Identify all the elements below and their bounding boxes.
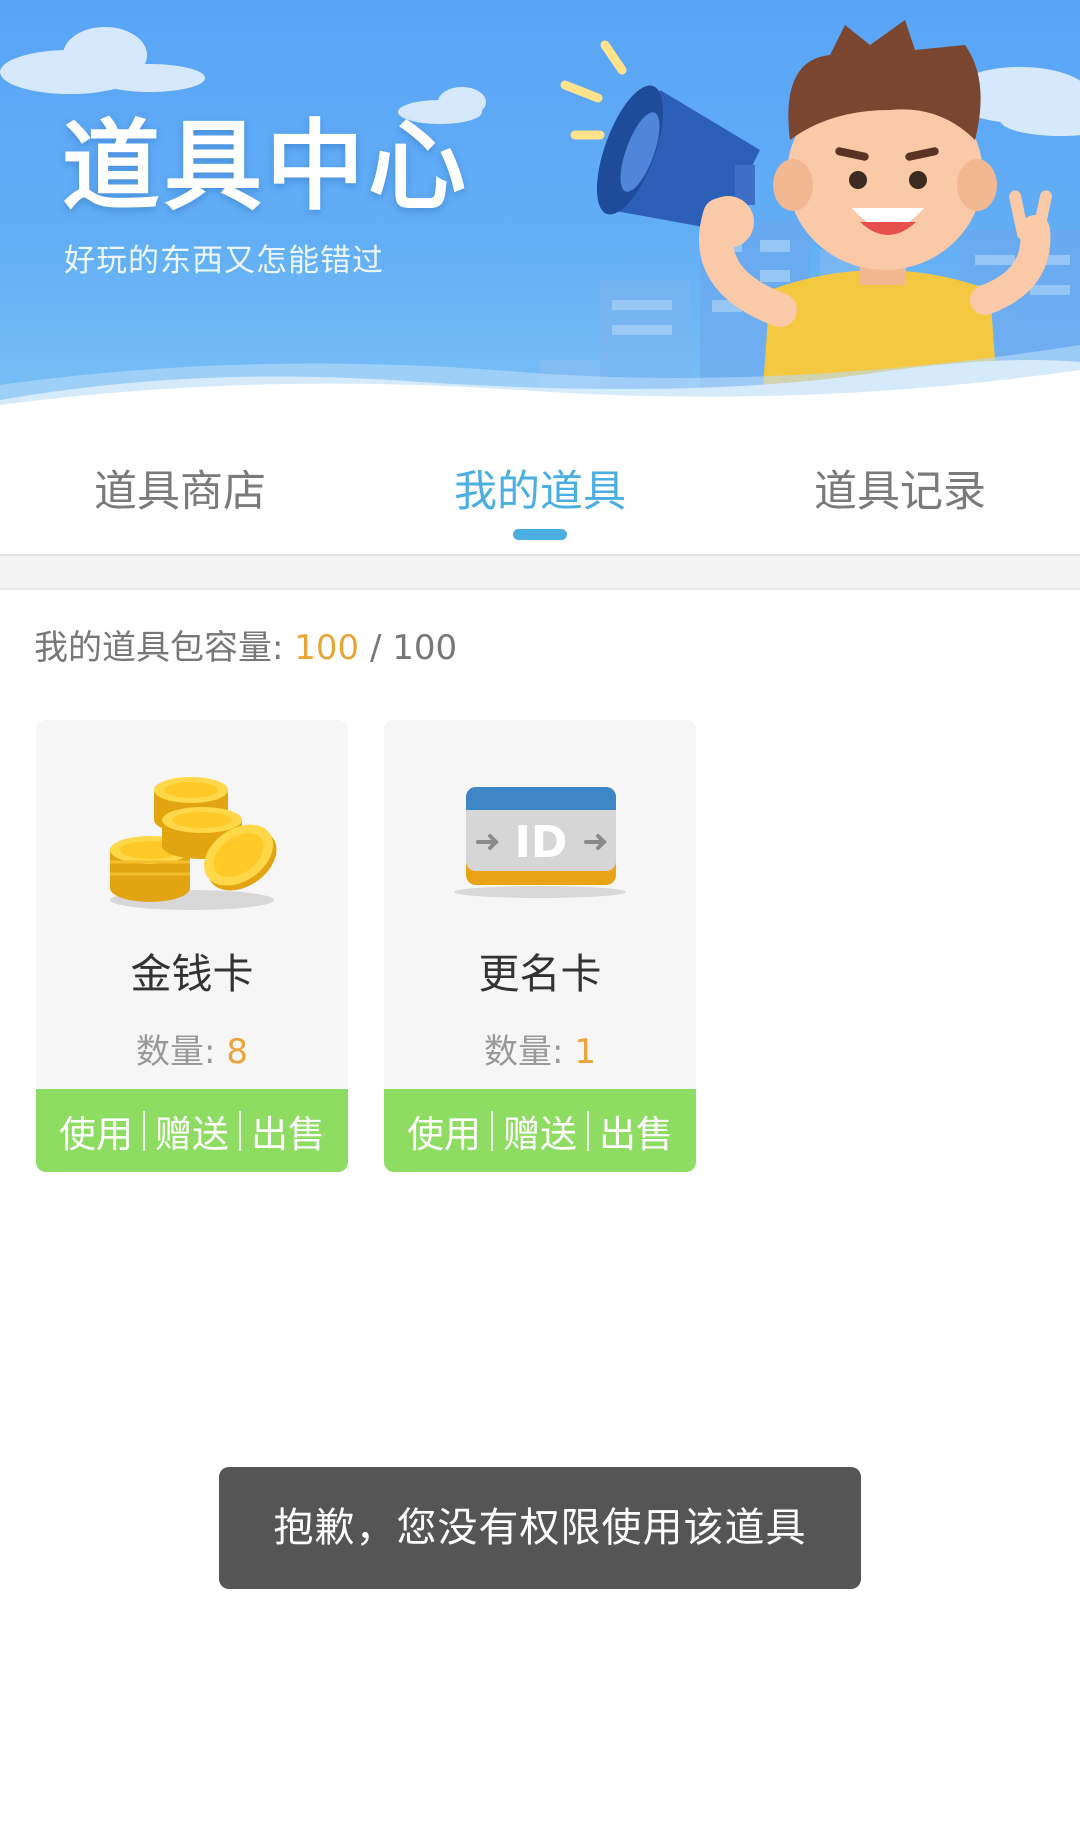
- tab-item-shop[interactable]: 道具商店: [0, 430, 360, 554]
- quantity-label: 数量:: [484, 1032, 575, 1072]
- tab-active-indicator: [513, 529, 567, 540]
- id-card-icon: ID: [454, 787, 626, 898]
- quantity-value: 1: [574, 1032, 596, 1072]
- tab-my-items-label: 我的道具: [454, 467, 626, 517]
- action-separator: [491, 1110, 493, 1151]
- action-separator: [587, 1110, 589, 1151]
- gift-button[interactable]: 赠送: [495, 1104, 585, 1158]
- item-quantity: 数量: 1: [384, 1032, 696, 1073]
- capacity-label: 我的道具包容量:: [34, 628, 295, 668]
- bag-capacity: 我的道具包容量: 100 / 100: [34, 628, 457, 669]
- action-separator: [239, 1110, 241, 1151]
- use-button[interactable]: 使用: [399, 1104, 489, 1158]
- capacity-used: 100: [294, 628, 360, 668]
- item-quantity: 数量: 8: [36, 1032, 348, 1073]
- capacity-separator: /: [359, 628, 393, 668]
- item-name: 更名卡: [478, 950, 602, 998]
- quantity-label: 数量:: [136, 1032, 227, 1072]
- banner-title: 道具中心: [62, 110, 471, 224]
- sell-button[interactable]: 出售: [591, 1104, 681, 1158]
- id-card-text: ID: [515, 817, 568, 868]
- banner: 道具中心 好玩的东西又怎能错过: [0, 0, 1080, 430]
- item-card-money: 金钱卡 数量: 8 使用 赠送 出售: [36, 720, 348, 1172]
- item-action-bar: 使用 赠送 出售: [384, 1089, 696, 1172]
- item-name: 金钱卡: [130, 950, 254, 998]
- gold-coins-icon: [110, 777, 277, 910]
- banner-subtitle: 好玩的东西又怎能错过: [64, 243, 384, 279]
- use-button[interactable]: 使用: [51, 1104, 141, 1158]
- section-divider: [0, 556, 1080, 590]
- item-action-bar: 使用 赠送 出售: [36, 1089, 348, 1172]
- capacity-total: 100: [392, 628, 458, 668]
- quantity-value: 8: [226, 1032, 248, 1072]
- tab-bar: 道具商店 我的道具 道具记录: [0, 430, 1080, 556]
- action-separator: [143, 1110, 145, 1151]
- item-card-rename: ID 更名卡 数量: 1 使用 赠送 出售: [384, 720, 696, 1172]
- tab-item-records[interactable]: 道具记录: [720, 430, 1080, 554]
- tab-my-items[interactable]: 我的道具: [360, 430, 720, 554]
- toast-message: 抱歉，您没有权限使用该道具: [219, 1467, 861, 1589]
- sell-button[interactable]: 出售: [243, 1104, 333, 1158]
- gift-button[interactable]: 赠送: [147, 1104, 237, 1158]
